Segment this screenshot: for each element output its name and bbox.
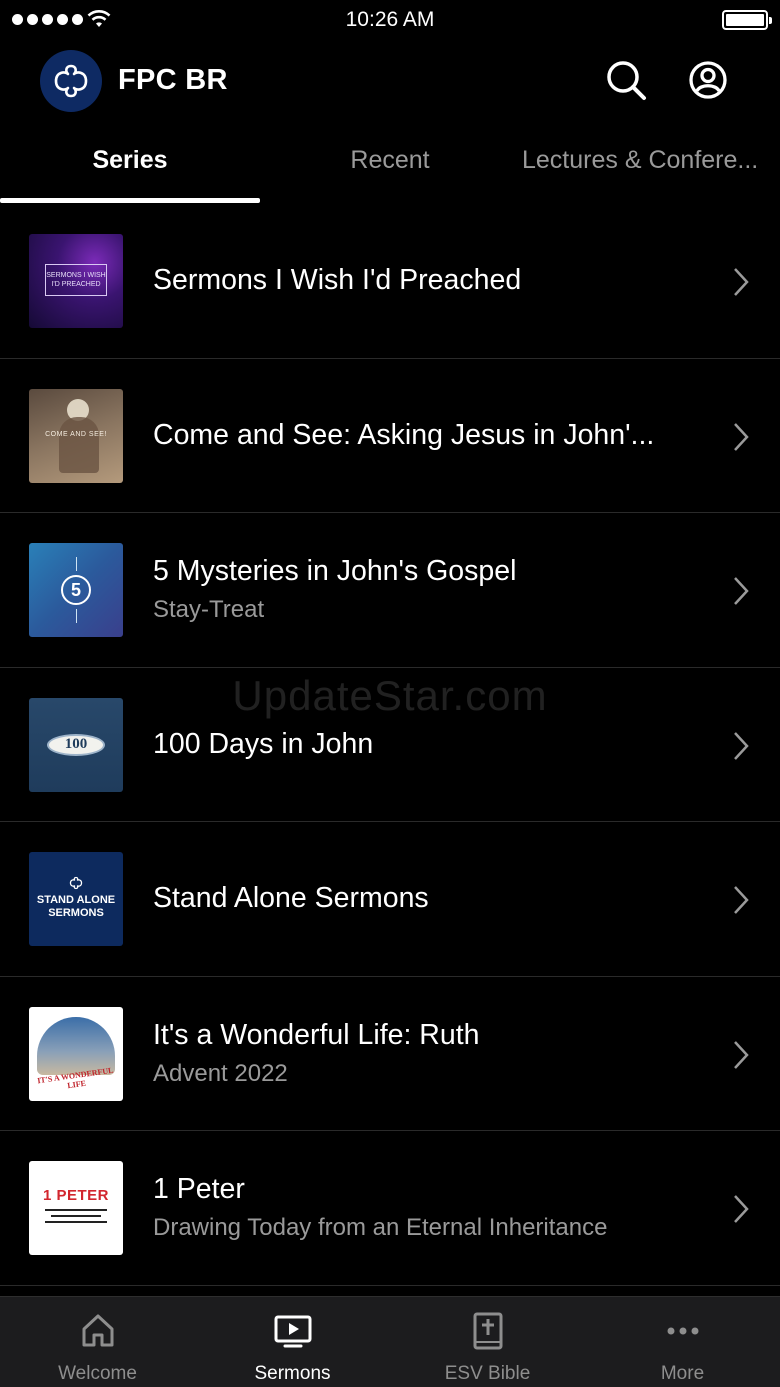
chevron-right-icon — [734, 731, 749, 760]
series-title: Stand Alone Sermons — [153, 882, 429, 915]
battery-icon — [722, 10, 772, 30]
series-subtitle: Advent 2022 — [153, 1059, 288, 1087]
chevron-right-icon — [734, 422, 749, 451]
list-item[interactable]: SERMONS I WISH I'D PREACHED Sermons I Wi… — [0, 204, 780, 359]
nav-more[interactable]: More — [585, 1297, 780, 1387]
series-title: Sermons I Wish I'd Preached — [153, 264, 522, 297]
series-thumbnail: 1 PETER — [29, 1161, 123, 1255]
nav-label: ESV Bible — [444, 1363, 531, 1384]
series-title: Come and See: Asking Jesus in John'... — [153, 418, 655, 451]
nav-welcome[interactable]: Welcome — [0, 1297, 195, 1387]
tab-bar: Series Recent Lectures & Confere... — [0, 130, 780, 204]
nav-label: Welcome — [58, 1363, 137, 1384]
tab-recent[interactable]: Recent — [260, 146, 520, 175]
series-thumbnail: STAND ALONE SERMONS — [29, 852, 123, 946]
nav-label: Sermons — [254, 1363, 331, 1384]
home-icon — [82, 1314, 113, 1347]
nav-esv-bible[interactable]: ESV Bible — [390, 1297, 585, 1387]
series-thumbnail: IT'S A WONDERFUL LIFE — [29, 1006, 123, 1101]
quatrefoil-icon — [54, 64, 88, 98]
app-title: FPC BR — [118, 64, 228, 96]
series-title: 100 Days in John — [153, 727, 374, 760]
series-list: SERMONS I WISH I'D PREACHED Sermons I Wi… — [0, 204, 780, 1286]
series-thumbnail: SERMONS I WISH I'D PREACHED — [29, 234, 123, 328]
nav-sermons[interactable]: Sermons — [195, 1297, 390, 1387]
list-item[interactable]: STAND ALONE SERMONS Stand Alone Sermons — [0, 822, 780, 977]
series-thumbnail: COME AND SEE! — [29, 388, 123, 483]
user-circle-icon — [689, 61, 727, 99]
bottom-tab-bar: Welcome Sermons ESV Bible More — [0, 1296, 780, 1387]
nav-label: More — [660, 1363, 705, 1384]
series-title: It's a Wonderful Life: Ruth — [153, 1018, 480, 1051]
chevron-right-icon — [734, 577, 749, 605]
search-button[interactable] — [604, 58, 648, 102]
tab-lectures-conferences[interactable]: Lectures & Confere... — [522, 146, 780, 175]
more-icon — [667, 1327, 698, 1335]
chevron-right-icon — [734, 1195, 749, 1223]
series-thumbnail: 5 — [29, 543, 123, 637]
list-item[interactable]: COME AND SEE! Come and See: Asking Jesus… — [0, 359, 780, 513]
status-bar: 10:26 AM — [0, 0, 780, 40]
series-title: 1 Peter — [153, 1173, 245, 1206]
status-time: 10:26 AM — [345, 8, 435, 31]
tab-series[interactable]: Series — [0, 146, 260, 175]
list-item[interactable]: 5 5 Mysteries in John's Gospel Stay-Trea… — [0, 513, 780, 668]
chevron-right-icon — [734, 1040, 749, 1069]
list-item[interactable]: 1 PETER 1 Peter Drawing Today from an Et… — [0, 1131, 780, 1286]
list-item[interactable]: 100 100 Days in John — [0, 668, 780, 822]
series-subtitle: Drawing Today from an Eternal Inheritanc… — [153, 1214, 608, 1242]
chevron-right-icon — [734, 268, 749, 296]
series-title: 5 Mysteries in John's Gospel — [153, 555, 517, 588]
list-item[interactable]: IT'S A WONDERFUL LIFE It's a Wonderful L… — [0, 977, 780, 1131]
account-button[interactable] — [686, 58, 730, 102]
quatrefoil-icon — [69, 876, 83, 890]
app-header: FPC BR — [0, 48, 780, 112]
series-thumbnail: 100 — [29, 697, 123, 792]
search-icon — [607, 61, 646, 100]
bible-icon — [473, 1312, 502, 1350]
chevron-right-icon — [734, 886, 749, 914]
tv-play-icon — [274, 1315, 311, 1348]
church-logo[interactable] — [40, 50, 102, 112]
series-subtitle: Stay-Treat — [153, 596, 265, 624]
active-tab-indicator — [0, 198, 260, 203]
